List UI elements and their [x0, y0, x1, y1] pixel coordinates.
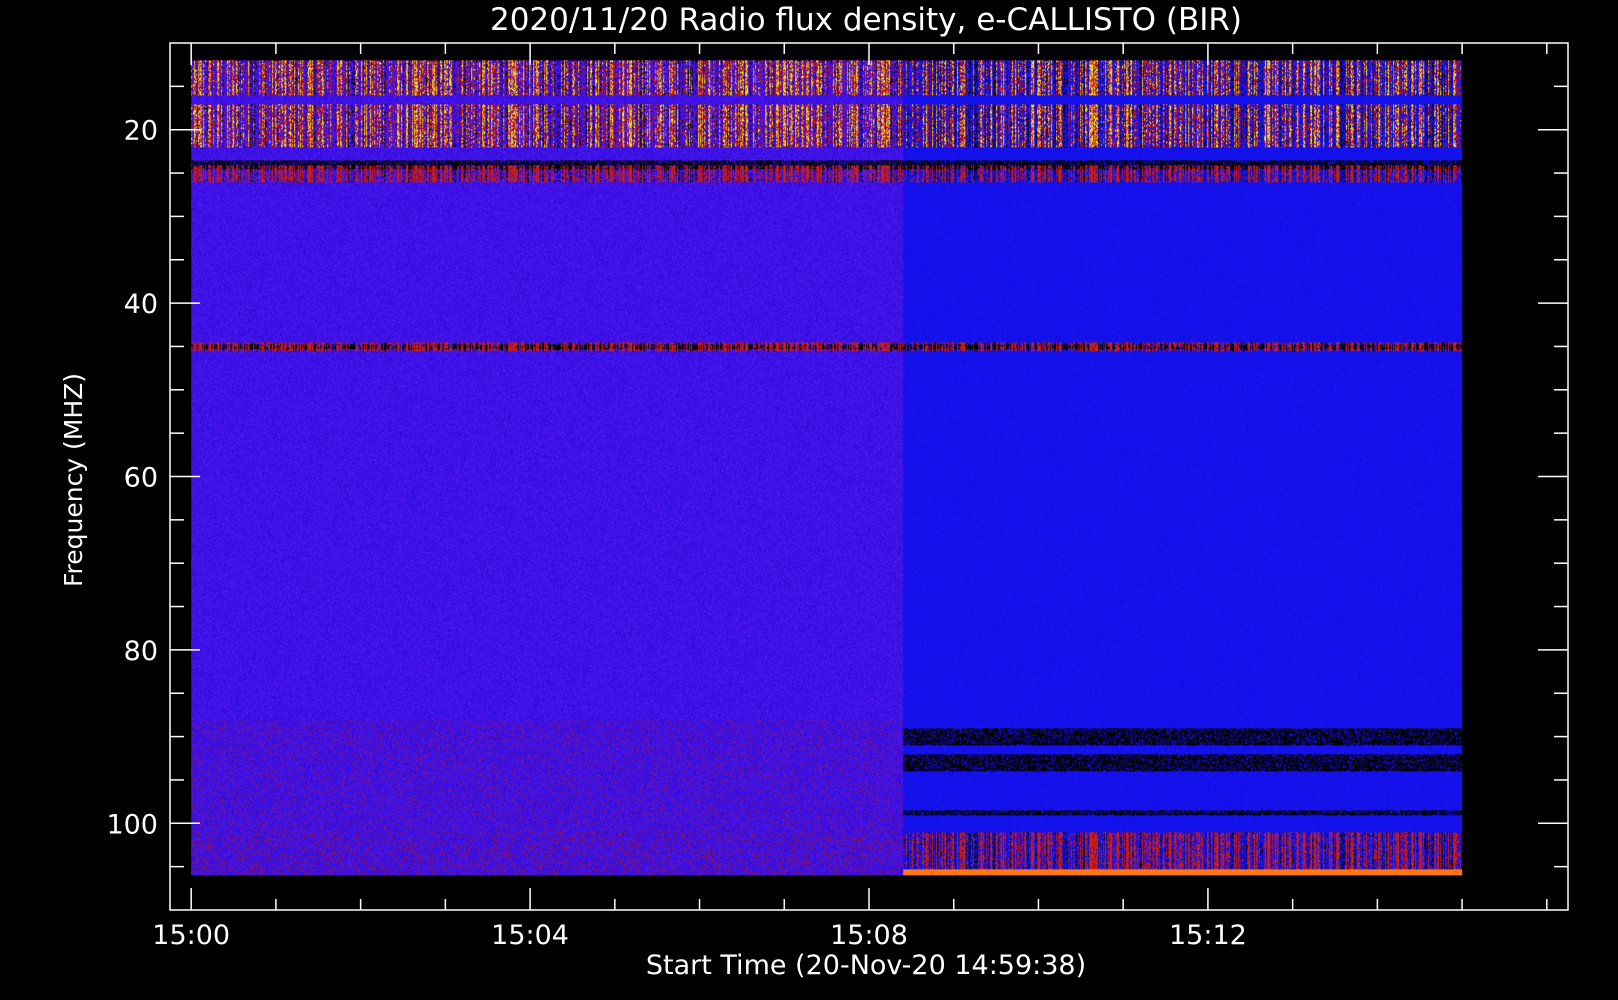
plot-area: [191, 60, 1463, 876]
y-tick-label: 60: [124, 463, 158, 494]
x-tick-label: 15:00: [152, 920, 230, 951]
spectrogram-chart: 2020/11/20 Radio flux density, e-CALLIST…: [0, 0, 1618, 1000]
y-tick-label: 20: [124, 116, 158, 147]
y-tick-label: 80: [124, 636, 158, 667]
spectrogram-image: [191, 60, 1463, 876]
x-tick-label: 15:04: [491, 920, 569, 951]
x-tick-label: 15:12: [1169, 920, 1247, 951]
y-axis-label: Frequency (MHZ): [59, 373, 88, 587]
chart-title: 2020/11/20 Radio flux density, e-CALLIST…: [490, 2, 1242, 38]
x-tick-label: 15:08: [830, 920, 908, 951]
x-axis-label: Start Time (20-Nov-20 14:59:38): [646, 950, 1086, 981]
y-tick-label: 40: [124, 289, 158, 320]
y-tick-label: 100: [106, 809, 158, 840]
